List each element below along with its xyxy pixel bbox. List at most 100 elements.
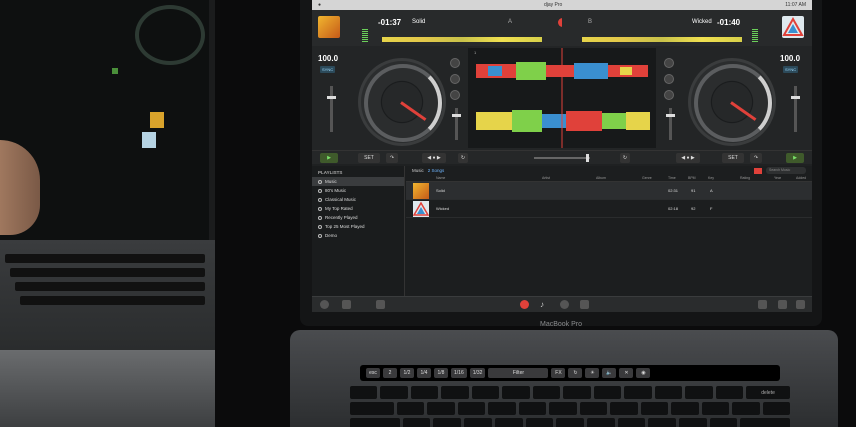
key[interactable] <box>502 386 530 399</box>
deck-right-knob-high[interactable] <box>664 58 674 68</box>
deck-right-cue-button[interactable]: ↷ <box>750 153 762 163</box>
touchbar-fx[interactable]: FX <box>551 368 566 378</box>
key[interactable] <box>579 402 608 415</box>
touchbar-beat-32nd[interactable]: 1/32 <box>469 368 486 378</box>
touchbar-filter[interactable]: Filter <box>488 368 549 378</box>
delete-key[interactable]: delete <box>746 386 791 399</box>
deck-right-knob-mid[interactable] <box>664 74 674 84</box>
key[interactable] <box>518 402 547 415</box>
deck-left-knob-low[interactable] <box>450 90 460 100</box>
col-year[interactable]: Year <box>774 176 781 180</box>
key[interactable] <box>525 418 554 427</box>
deck-left-sync-button[interactable]: SYNC <box>320 66 336 73</box>
deck-left-set-cue-button[interactable]: SET <box>358 153 380 163</box>
key[interactable] <box>586 418 615 427</box>
fullscreen-icon[interactable] <box>796 300 805 309</box>
key[interactable] <box>471 386 500 399</box>
deck-right-sync-icon[interactable]: ↻ <box>620 153 630 163</box>
touchbar-beat-sixteenth[interactable]: 1/16 <box>451 368 467 378</box>
key[interactable] <box>441 386 469 399</box>
key[interactable] <box>532 386 561 399</box>
key[interactable] <box>350 386 378 399</box>
key[interactable] <box>617 418 646 427</box>
key[interactable] <box>410 386 439 399</box>
music-note-icon[interactable]: ♪ <box>540 300 549 309</box>
touchbar-beat-half[interactable]: 1/2 <box>400 368 414 378</box>
caps-key[interactable] <box>350 418 400 427</box>
deck-right-pitch-slider[interactable] <box>791 86 800 132</box>
deck-right-sync-button[interactable]: SYNC <box>783 66 799 73</box>
key[interactable] <box>380 386 408 399</box>
key[interactable] <box>402 418 431 427</box>
touchbar-volume-icon[interactable]: 🔈 <box>602 368 617 378</box>
deck-right-play-button[interactable]: ▶ <box>786 153 804 163</box>
table-row[interactable]: Wicked 02:18 92 F <box>406 200 812 218</box>
touchbar-brightness-icon[interactable]: ☀ <box>585 368 600 378</box>
deck-left-turntable[interactable] <box>358 58 446 146</box>
key[interactable] <box>457 402 486 415</box>
deck-right-set-cue-button[interactable]: SET <box>722 153 744 163</box>
deck-left-loop-controls[interactable]: ◀ ● ▶ <box>422 153 446 163</box>
key[interactable] <box>678 418 707 427</box>
record-icon[interactable] <box>520 300 529 309</box>
touchbar-mute-icon[interactable]: ✕ <box>619 368 634 378</box>
deck-left-overview-waveform[interactable] <box>382 37 542 42</box>
key[interactable] <box>488 402 516 415</box>
deck-left-volume-fader[interactable] <box>452 108 461 140</box>
deck-left-pitch-slider[interactable] <box>327 86 336 132</box>
deck-left-knob-mid[interactable] <box>450 74 460 84</box>
sampler-icon[interactable] <box>580 300 589 309</box>
sidebar-item-top-rated[interactable]: My Top Rated <box>312 204 404 213</box>
key[interactable] <box>494 418 523 427</box>
fx-icon[interactable] <box>778 300 787 309</box>
col-time[interactable]: Time <box>668 176 676 180</box>
table-row[interactable]: Solid 02:31 91 A <box>406 182 812 200</box>
center-waveform-display[interactable]: 1 <box>468 48 656 148</box>
touchbar-beat-quarter[interactable]: 1/4 <box>417 368 431 378</box>
sidebar-item-music[interactable]: Music <box>312 177 404 186</box>
deck-left-cue-button[interactable]: ↷ <box>386 153 398 163</box>
col-bpm[interactable]: BPM <box>688 176 696 180</box>
col-added[interactable]: Added <box>796 176 806 180</box>
media-icon[interactable] <box>342 300 351 309</box>
key[interactable] <box>624 386 652 399</box>
key[interactable] <box>563 386 591 399</box>
key[interactable] <box>640 402 669 415</box>
deck-left-sync-icon[interactable]: ↻ <box>458 153 468 163</box>
key[interactable] <box>671 402 699 415</box>
touchbar-beat-2[interactable]: 2 <box>383 368 397 378</box>
touchbar-siri-icon[interactable]: ◉ <box>636 368 651 378</box>
pencil-icon[interactable] <box>758 300 767 309</box>
key[interactable] <box>556 418 584 427</box>
col-rating[interactable]: Rating <box>740 176 750 180</box>
col-artist[interactable]: Artist <box>542 176 550 180</box>
sidebar-item-recently-played[interactable]: Recently Played <box>312 213 404 222</box>
deck-right-turntable[interactable] <box>688 58 776 146</box>
key[interactable] <box>549 402 577 415</box>
key[interactable] <box>709 418 738 427</box>
col-album[interactable]: Album <box>596 176 606 180</box>
user-icon[interactable] <box>560 300 569 309</box>
key[interactable] <box>685 386 713 399</box>
key[interactable] <box>427 402 455 415</box>
key[interactable] <box>610 402 638 415</box>
key[interactable] <box>433 418 462 427</box>
col-key[interactable]: Key <box>708 176 714 180</box>
return-key[interactable] <box>740 418 791 427</box>
library-view-icon[interactable] <box>754 167 762 174</box>
deck-left-knob-high[interactable] <box>450 58 460 68</box>
deck-right-loop-controls[interactable]: ◀ ● ▶ <box>676 153 700 163</box>
tab-key[interactable] <box>350 402 394 415</box>
touchbar-beat-eighth[interactable]: 1/8 <box>434 368 448 378</box>
touchbar-esc[interactable]: esc <box>366 368 380 378</box>
deck-right-overview-waveform[interactable] <box>582 37 742 42</box>
key[interactable] <box>701 402 730 415</box>
gear-icon[interactable] <box>320 300 329 309</box>
key[interactable] <box>654 386 683 399</box>
record-history-icon[interactable] <box>376 300 385 309</box>
apple-menu-icon[interactable]: ● <box>318 2 321 8</box>
col-name[interactable]: Name <box>436 176 445 180</box>
crossfader[interactable] <box>534 154 590 162</box>
sidebar-item-top-25[interactable]: Top 25 Most Played <box>312 222 404 231</box>
key[interactable] <box>762 402 791 415</box>
